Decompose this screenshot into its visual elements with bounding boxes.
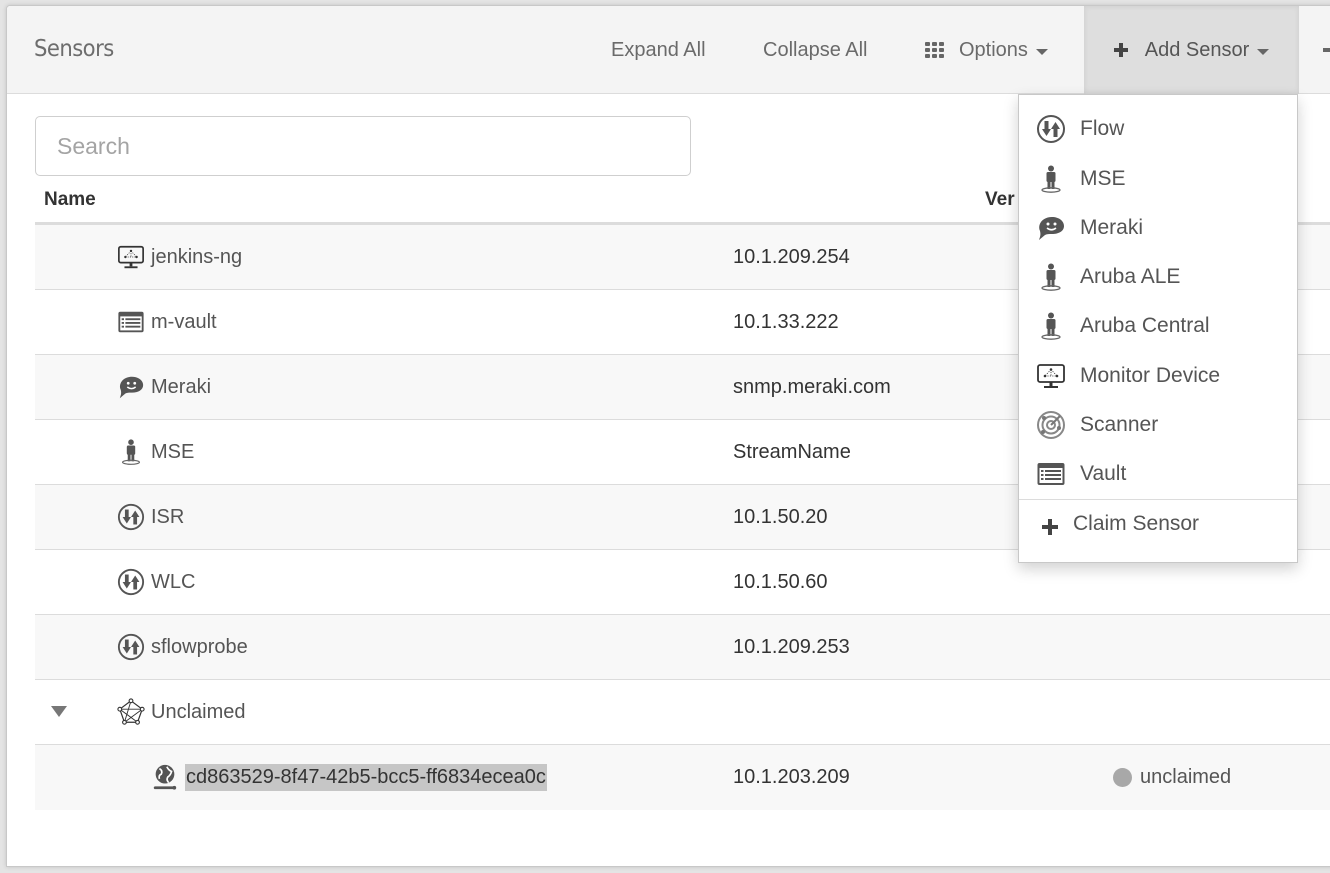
sensor-name[interactable]: cd863529-8f47-42b5-bcc5-ff6834ecea0c [185, 763, 547, 791]
menu-divider [1019, 499, 1297, 500]
sensor-address: snmp.meraki.com [733, 375, 891, 398]
expand-all-button[interactable]: Expand All [611, 6, 706, 94]
vault-icon [1036, 459, 1066, 489]
flow-icon [117, 503, 145, 531]
flow-icon [117, 568, 145, 596]
sensor-address: 10.1.33.222 [733, 310, 839, 333]
collapse-all-button[interactable]: Collapse All [763, 6, 868, 94]
mse-person-icon [117, 438, 145, 466]
sensor-name[interactable]: m-vault [151, 311, 217, 334]
scanner-radar-icon [1036, 410, 1066, 440]
options-label: Options [959, 38, 1028, 61]
meraki-icon [117, 373, 145, 401]
menu-item-aruba-central[interactable]: Aruba Central [1019, 306, 1297, 346]
menu-item-aruba-ale[interactable]: Aruba ALE [1019, 257, 1297, 297]
status-dot-icon [1113, 767, 1132, 787]
monitor-device-icon [1036, 361, 1066, 391]
plus-icon [1042, 519, 1058, 535]
sensor-name[interactable]: Meraki [151, 376, 211, 399]
sensor-address: 10.1.50.20 [733, 505, 828, 528]
menu-item-meraki[interactable]: Meraki [1019, 208, 1297, 248]
more-actions-button[interactable] [1323, 6, 1330, 94]
grid-icon [925, 42, 944, 58]
menu-item-scanner[interactable]: Scanner [1019, 405, 1297, 445]
table-row-group[interactable]: Unclaimed [35, 680, 1330, 745]
group-name[interactable]: Unclaimed [151, 701, 245, 724]
sensor-address: 10.1.209.253 [733, 635, 850, 658]
status-badge: unclaimed [1113, 745, 1231, 809]
menu-item-mse[interactable]: MSE [1019, 159, 1297, 199]
plus-icon [1113, 43, 1128, 57]
menu-item-flow[interactable]: Flow [1019, 109, 1297, 149]
aruba-person-icon [1036, 311, 1066, 341]
add-sensor-button[interactable]: Add Sensor [1084, 6, 1299, 94]
caret-down-icon [1257, 48, 1270, 55]
globe-sensor-icon [151, 763, 179, 791]
status-label: unclaimed [1140, 765, 1232, 788]
vault-icon [117, 308, 145, 336]
panel-header: Sensors Expand All Collapse All Options … [7, 6, 1330, 94]
collapse-toggle-icon[interactable] [51, 706, 67, 717]
claim-sensor-button[interactable]: Claim Sensor [1019, 504, 1297, 544]
add-sensor-menu: Flow MSE Meraki Aruba ALE Aruba Central … [1018, 94, 1298, 563]
column-header-name[interactable]: Name [44, 189, 96, 211]
search-input[interactable] [35, 116, 691, 176]
sensor-address: 10.1.203.209 [733, 765, 850, 788]
monitor-device-icon [117, 243, 145, 271]
flow-icon [117, 633, 145, 661]
column-header-version[interactable]: Ver [985, 189, 1015, 211]
add-sensor-label: Add Sensor [1144, 38, 1250, 61]
caret-down-icon [1035, 48, 1048, 55]
meraki-icon [1036, 213, 1066, 243]
sensor-name[interactable]: jenkins-ng [151, 246, 242, 269]
aruba-person-icon [1036, 262, 1066, 292]
sensor-name[interactable]: sflowprobe [151, 636, 248, 659]
sensor-address: 10.1.209.254 [733, 245, 850, 268]
options-button[interactable]: Options [925, 6, 1048, 94]
flow-icon [1036, 114, 1066, 144]
sensor-name[interactable]: ISR [151, 506, 184, 529]
sensor-address: 10.1.50.60 [733, 570, 828, 593]
mse-person-icon [1036, 164, 1066, 194]
sensor-name[interactable]: MSE [151, 441, 194, 464]
page-title: Sensors [34, 36, 114, 62]
menu-item-monitor-device[interactable]: Monitor Device [1019, 356, 1297, 396]
minus-icon [1323, 48, 1330, 52]
sensor-name[interactable]: WLC [151, 571, 195, 594]
table-row[interactable]: sflowprobe 10.1.209.253 [35, 615, 1330, 680]
table-row[interactable]: cd863529-8f47-42b5-bcc5-ff6834ecea0c 10.… [35, 745, 1330, 810]
sensor-address: StreamName [733, 440, 851, 463]
network-group-icon [117, 698, 145, 726]
menu-item-vault[interactable]: Vault [1019, 454, 1297, 494]
